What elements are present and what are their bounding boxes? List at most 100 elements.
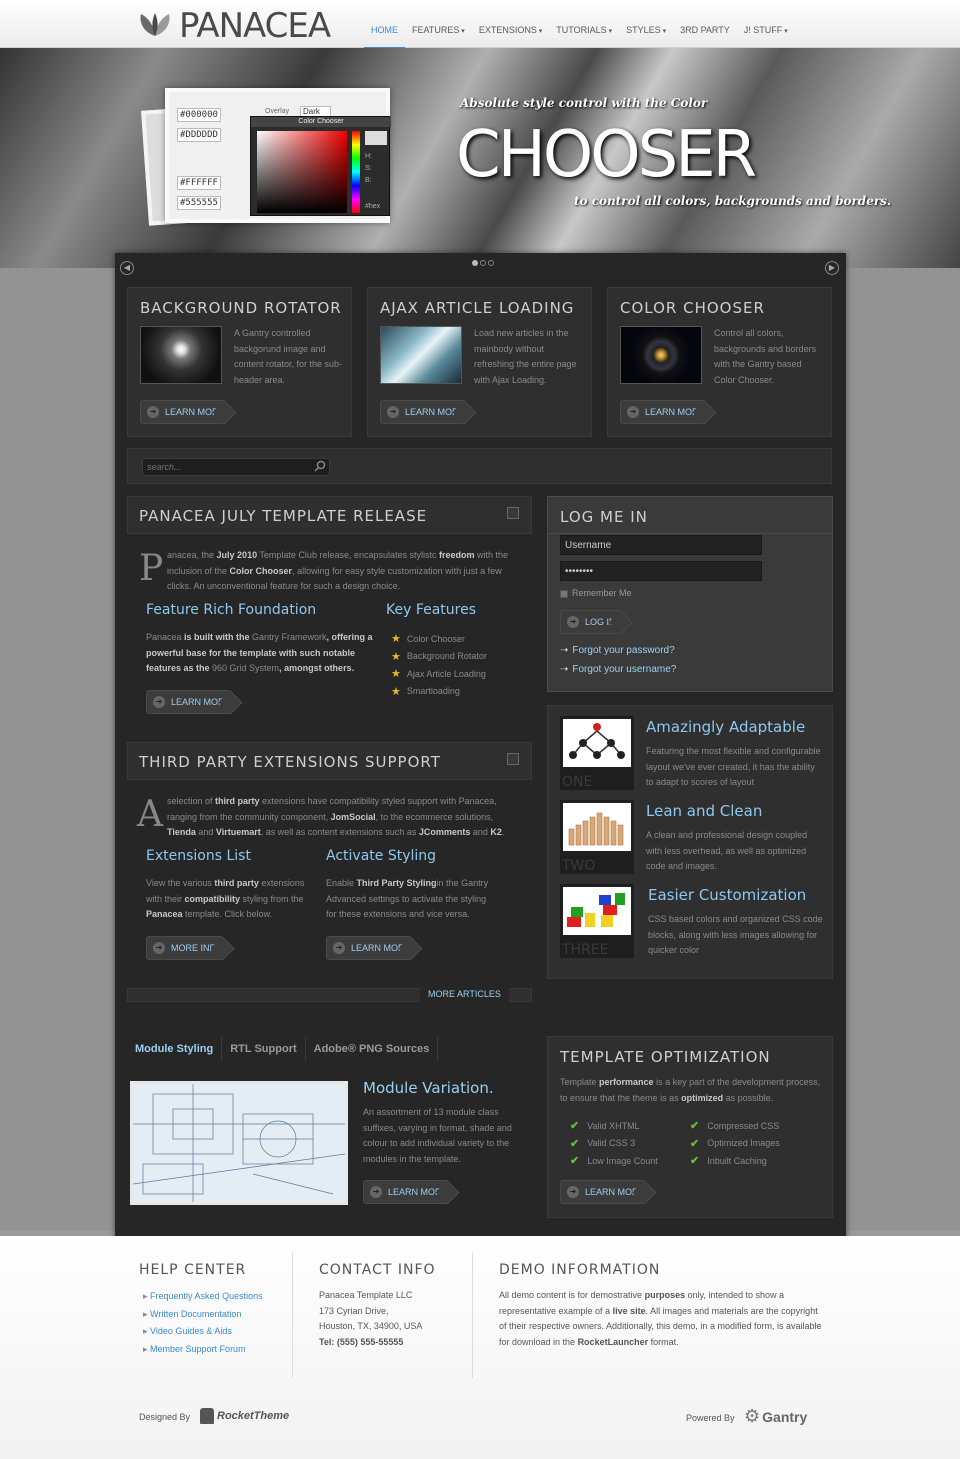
hex-label: #hex <box>365 203 381 210</box>
overlay-label: Overlay <box>265 108 290 115</box>
more-info-button[interactable]: ➜ MORE INFO <box>146 936 224 960</box>
search-input[interactable] <box>142 458 330 476</box>
gantry-logo[interactable]: ⚙ Gantry <box>744 1406 807 1427</box>
feature-image-spheres <box>140 326 222 384</box>
nav-item-j-stuff[interactable]: J! STUFF ▾ <box>737 20 795 50</box>
hero-title: CHOOSER <box>456 118 757 192</box>
showcase-number: TWO <box>562 858 596 874</box>
logo-text[interactable]: PANACEA <box>179 6 331 46</box>
showcase-title: Easier Customization <box>648 886 807 904</box>
module-variation-title: Module Variation. <box>363 1079 494 1097</box>
showcase-number: THREE <box>562 942 609 958</box>
login-button[interactable]: ➜ LOG IN <box>560 610 622 634</box>
learn-more-button[interactable]: ➜ LEARN MORE <box>620 400 706 424</box>
contact-info-title: CONTACT INFO <box>319 1262 436 1278</box>
article-title[interactable]: PANACEA JULY TEMPLATE RELEASE <box>139 507 427 525</box>
learn-more-button[interactable]: ➜ LEARN MORE <box>560 1180 646 1204</box>
arrow-icon: ➜ <box>567 1186 579 1198</box>
swatch-field-4[interactable]: #555555 <box>177 196 221 210</box>
site-header: PANACEA HOME FEATURES ▾ EXTENSIONS ▾ TUTORI… <box>0 0 960 50</box>
logo-leaf-icon[interactable] <box>139 12 171 38</box>
nav-item-features[interactable]: FEATURES ▾ <box>405 20 472 50</box>
remember-label: Remember Me <box>572 588 632 598</box>
key-features-list: ★ Color Chooser ★ Background Rotator ★ Ajax A… <box>391 630 487 700</box>
bullet-arrow-icon: ▸ <box>143 1291 151 1301</box>
tab-adobe-png-sources[interactable]: Adobe® PNG Sources <box>306 1037 439 1061</box>
color-chooser-title: Color Chooser <box>251 117 391 127</box>
learn-more-button[interactable]: ➜ LEARN MORE <box>140 400 226 424</box>
check-icon: ✔ <box>570 1120 580 1133</box>
slide-dot-1[interactable] <box>472 260 478 266</box>
forgot-username-link[interactable]: ➝ Forgot your username? <box>560 664 676 675</box>
learn-more-button[interactable]: ➜ LEARN MORE <box>380 400 466 424</box>
designed-by-label: Designed By <box>139 1412 191 1422</box>
help-link[interactable]: ▸ Video Guides & Aids <box>143 1323 263 1341</box>
learn-more-button[interactable]: ➜ LEARN MORE <box>146 690 232 714</box>
key-features-title: Key Features <box>386 602 477 618</box>
collapse-icon[interactable] <box>507 507 519 519</box>
forgot-password-link[interactable]: ➝ Forgot your password? <box>560 645 675 656</box>
nav-item-extensions[interactable]: EXTENSIONS ▾ <box>472 20 549 50</box>
feature-text: Control all colors, backgrounds and bord… <box>714 328 817 385</box>
slider-next-button[interactable]: ▶ <box>825 261 839 275</box>
arrow-icon: ➜ <box>370 1186 382 1198</box>
activate-styling-title: Activate Styling <box>326 848 437 864</box>
blueprint-image <box>130 1081 348 1205</box>
demo-information-text: All demo content is for demostrative pur… <box>499 1290 822 1347</box>
showcase-item: ONE Amazingly Adaptable Featuring the mo… <box>548 706 834 790</box>
learn-more-button[interactable]: ➜ LEARN MORE <box>363 1180 449 1204</box>
button-label: LEARN MORE <box>388 1187 448 1197</box>
remember-checkbox[interactable] <box>560 590 568 598</box>
optimization-title: TEMPLATE OPTIMIZATION <box>560 1048 771 1066</box>
showcase-module: ONE Amazingly Adaptable Featuring the mo… <box>547 705 833 979</box>
showcase-image-bricks <box>563 887 631 935</box>
color-picker-popup[interactable]: Color Chooser H: S: B: #hex <box>250 116 391 216</box>
showcase-image-molecules <box>563 719 631 767</box>
contact-line: 173 Cyrian Drive, <box>319 1305 389 1316</box>
slide-dot-2[interactable] <box>480 260 486 266</box>
saturation-area[interactable] <box>257 131 347 213</box>
tab-module-styling[interactable]: Module Styling <box>127 1037 223 1061</box>
article-intro: selection of third party extensions have… <box>167 796 505 837</box>
swatch-field-3[interactable]: #FFFFFF <box>177 176 221 190</box>
learn-more-button[interactable]: ➜ LEARN MORE <box>326 936 412 960</box>
help-center-title: HELP CENTER <box>139 1262 247 1278</box>
help-link[interactable]: ▸ Written Documentation <box>143 1306 263 1324</box>
showcase-title: Lean and Clean <box>646 802 763 820</box>
check-icon: ✔ <box>690 1137 700 1150</box>
help-link[interactable]: ▸ Member Support Forum <box>143 1341 263 1359</box>
check-icon: ✔ <box>570 1137 580 1150</box>
nav-item-tutorials[interactable]: TUTORIALS ▾ <box>549 20 619 50</box>
article-title[interactable]: THIRD PARTY EXTENSIONS SUPPORT <box>139 753 441 771</box>
swatch-field-1[interactable]: #000000 <box>177 108 221 122</box>
username-input[interactable] <box>560 535 762 555</box>
drop-cap: A <box>137 794 163 835</box>
slider-prev-button[interactable]: ◀ <box>120 261 134 275</box>
password-input[interactable] <box>560 561 762 581</box>
optimization-item: ✔ Valid XHTML <box>570 1120 640 1133</box>
nav-item-3rd-party[interactable]: 3RD PARTY <box>673 20 737 50</box>
search-icon[interactable] <box>314 460 326 472</box>
help-link[interactable]: ▸ Frequently Asked Questions <box>143 1288 263 1306</box>
rockettheme-logo[interactable]: RocketTheme <box>200 1408 289 1424</box>
slide-dot-3[interactable] <box>488 260 494 266</box>
rocket-icon <box>200 1408 214 1424</box>
nav-item-home[interactable]: HOME <box>364 20 405 50</box>
key-feature-item: ★ Smartloading <box>391 685 460 698</box>
key-feature-item: ★ Ajax Article Loading <box>391 668 486 681</box>
swatch-field-2[interactable]: #DDDDDD <box>177 128 221 142</box>
extensions-list-text: View the various third party extensions … <box>146 878 305 919</box>
nav-item-styles[interactable]: STYLES ▾ <box>619 20 673 50</box>
tab-rtl-support[interactable]: RTL Support <box>222 1037 306 1061</box>
hue-slider[interactable] <box>352 131 360 213</box>
demo-information-title: DEMO INFORMATION <box>499 1262 661 1278</box>
chevron-down-icon: ▾ <box>459 28 465 35</box>
link-arrow-icon: ➝ <box>560 645 569 656</box>
more-articles-link[interactable]: MORE ARTICLES <box>420 987 509 1003</box>
link-arrow-icon: ➝ <box>560 664 569 675</box>
optimization-text: Template performance is a key part of th… <box>560 1077 821 1103</box>
collapse-icon[interactable] <box>507 753 519 765</box>
chevron-down-icon: ▾ <box>536 28 543 35</box>
button-label: LEARN MORE <box>351 943 411 953</box>
showcase-title: Amazingly Adaptable <box>646 718 806 736</box>
